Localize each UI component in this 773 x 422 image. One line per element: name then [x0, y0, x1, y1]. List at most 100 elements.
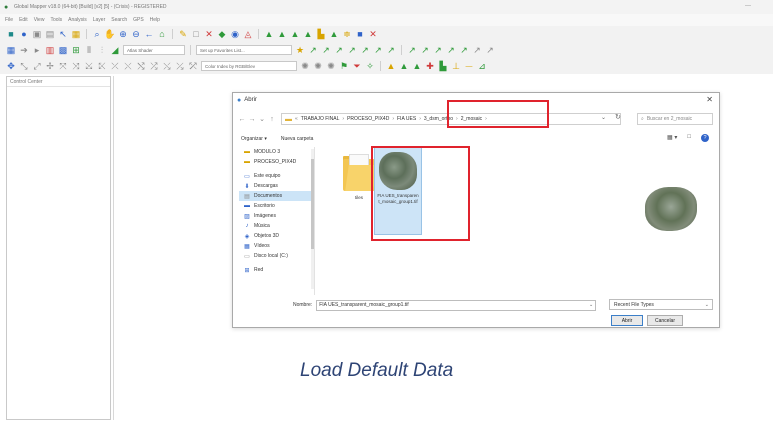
- vertex-8-icon[interactable]: ⤫: [110, 61, 120, 71]
- nav-scrollbar-thumb[interactable]: [311, 159, 314, 249]
- nav-item-objetos-3d[interactable]: ◈ Objetos 3D: [239, 231, 314, 241]
- open-data-icon[interactable]: ■: [6, 29, 16, 39]
- map-icon[interactable]: ▩: [58, 45, 68, 55]
- path-6-icon[interactable]: ↗: [373, 45, 383, 55]
- minimize-button[interactable]: —: [745, 3, 751, 9]
- terrain-6-icon[interactable]: ▲: [329, 29, 339, 39]
- path-4-icon[interactable]: ↗: [347, 45, 357, 55]
- search-input[interactable]: ⌕ Buscar en 2_mosaic: [637, 113, 713, 125]
- play-icon[interactable]: ▸: [32, 45, 42, 55]
- open-button[interactable]: Abrir: [611, 315, 643, 326]
- chevron-down-icon[interactable]: ⌄: [589, 302, 593, 308]
- nav-item-red[interactable]: ⊞ Red: [239, 265, 314, 275]
- path-13-icon[interactable]: ↗: [472, 45, 482, 55]
- arrow-icon[interactable]: ➔: [19, 45, 29, 55]
- vertex-6-icon[interactable]: ⤩: [84, 61, 94, 71]
- breadcrumb-fia-ues[interactable]: FIA UES: [397, 116, 416, 122]
- nav-item-este-equipo[interactable]: ▭ Este equipo: [239, 171, 314, 181]
- nav-item-musica[interactable]: ♪ Música: [239, 221, 314, 231]
- breadcrumb-proceso-pix4d[interactable]: PROCESO_PIX4D: [347, 116, 389, 122]
- globe-3d-icon[interactable]: ◉: [230, 29, 240, 39]
- terrain-1-icon[interactable]: ▲: [264, 29, 274, 39]
- menu-view[interactable]: View: [34, 17, 45, 23]
- terrain-7-icon[interactable]: ≑: [342, 29, 352, 39]
- globe-icon[interactable]: ●: [19, 29, 29, 39]
- pan-tool-icon[interactable]: ✋: [104, 29, 115, 39]
- preview-pane-icon[interactable]: □: [687, 134, 691, 142]
- vertex-2-icon[interactable]: ⤢: [32, 61, 42, 71]
- zoom-in-icon[interactable]: ⊕: [118, 29, 128, 39]
- shape-8-icon[interactable]: ⊿: [477, 61, 487, 71]
- digitizer-icon[interactable]: ↖: [58, 29, 68, 39]
- vertex-10-icon[interactable]: ⤭: [136, 61, 146, 71]
- terrain-5-icon[interactable]: ▙: [316, 29, 326, 39]
- path-1-icon[interactable]: ↗: [308, 45, 318, 55]
- vertex-11-icon[interactable]: ⤮: [149, 61, 159, 71]
- vertex-13-icon[interactable]: ⤰: [175, 61, 185, 71]
- menu-tools[interactable]: Tools: [50, 17, 62, 23]
- breadcrumb-trabajo-final[interactable]: TRABAJO FINAL: [301, 116, 340, 122]
- nav-item-documentos[interactable]: ▤ Documentos: [239, 191, 314, 201]
- path-12-icon[interactable]: ↗: [459, 45, 469, 55]
- delete-icon[interactable]: ✕: [204, 29, 214, 39]
- vertex-12-icon[interactable]: ⤯: [162, 61, 172, 71]
- up-arrow-icon[interactable]: ↑: [267, 116, 277, 123]
- path-3-icon[interactable]: ↗: [334, 45, 344, 55]
- control-center-icon[interactable]: ▦: [71, 29, 81, 39]
- shader-select[interactable]: Atlas Shader: [123, 45, 185, 55]
- dialog-close-button[interactable]: ✕: [706, 95, 713, 104]
- path-dropdown-icon[interactable]: ⌄: [601, 114, 606, 121]
- nav-item-videos[interactable]: ▦ Vídeos: [239, 241, 314, 251]
- nav-item-proceso-pix4d[interactable]: ▬ PROCESO_PIX4D: [239, 157, 314, 167]
- shape-7-icon[interactable]: ⏤: [464, 61, 474, 71]
- shape-1-icon[interactable]: ▲: [386, 61, 396, 71]
- zoom-tool-icon[interactable]: ⌕: [92, 29, 102, 39]
- menu-layer[interactable]: Layer: [93, 17, 106, 23]
- save-icon[interactable]: ▣: [32, 29, 42, 39]
- gear-2-icon[interactable]: ✺: [313, 61, 323, 71]
- move-icon[interactable]: ✥: [6, 61, 16, 71]
- favorites-select[interactable]: Set up Favorites List...: [196, 45, 292, 55]
- menu-analysis[interactable]: Analysis: [68, 17, 87, 23]
- path-9-icon[interactable]: ↗: [420, 45, 430, 55]
- color-index-select[interactable]: Color Index by RGB/Elev: [201, 61, 297, 71]
- path-11-icon[interactable]: ↗: [446, 45, 456, 55]
- funnel-icon[interactable]: ⏷: [352, 61, 362, 71]
- help-icon[interactable]: ?: [701, 134, 709, 142]
- back-arrow-icon[interactable]: ←: [237, 116, 247, 123]
- print-icon[interactable]: ▤: [45, 29, 55, 39]
- menu-search[interactable]: Search: [111, 17, 127, 23]
- star-icon[interactable]: ★: [295, 45, 305, 55]
- forward-arrow-icon[interactable]: →: [247, 116, 257, 123]
- nav-scrollbar[interactable]: [311, 149, 314, 289]
- path-7-icon[interactable]: ↗: [386, 45, 396, 55]
- split-icon[interactable]: ⊞: [71, 45, 81, 55]
- cancel-button[interactable]: Cancelar: [647, 315, 683, 326]
- vertex-9-icon[interactable]: ⤬: [123, 61, 133, 71]
- grid-icon[interactable]: ▦: [6, 45, 16, 55]
- nav-item-disco-local[interactable]: ▭ Disco local (C:): [239, 251, 314, 261]
- nav-item-escritorio[interactable]: ▬ Escritorio: [239, 201, 314, 211]
- layers-icon[interactable]: ▥: [45, 45, 55, 55]
- shape-3-icon[interactable]: ▲: [412, 61, 422, 71]
- menu-gps[interactable]: GPS: [133, 17, 144, 23]
- vertex-4-icon[interactable]: ⤧: [58, 61, 68, 71]
- shader-icon[interactable]: ◢: [110, 45, 120, 55]
- terrain-3-icon[interactable]: ▲: [290, 29, 300, 39]
- dropdown-arrow-icon[interactable]: ⌄: [257, 115, 267, 123]
- back-icon[interactable]: ←: [144, 29, 154, 39]
- pencil-icon[interactable]: ✎: [178, 29, 188, 39]
- nav-item-descargas[interactable]: ⬇ Descargas: [239, 181, 314, 191]
- path-10-icon[interactable]: ↗: [433, 45, 443, 55]
- path-5-icon[interactable]: ↗: [360, 45, 370, 55]
- refresh-icon[interactable]: ↻: [615, 113, 621, 121]
- menu-file[interactable]: File: [5, 17, 13, 23]
- path-14-icon[interactable]: ↗: [485, 45, 495, 55]
- terrain-9-icon[interactable]: ✕: [368, 29, 378, 39]
- menu-edit[interactable]: Edit: [19, 17, 28, 23]
- menu-help[interactable]: Help: [150, 17, 160, 23]
- nav-item-modulo-3[interactable]: ▬ MODULO 3: [239, 147, 314, 157]
- home-icon[interactable]: ⌂: [157, 29, 167, 39]
- vertex-5-icon[interactable]: ⤨: [71, 61, 81, 71]
- terrain-8-icon[interactable]: ■: [355, 29, 365, 39]
